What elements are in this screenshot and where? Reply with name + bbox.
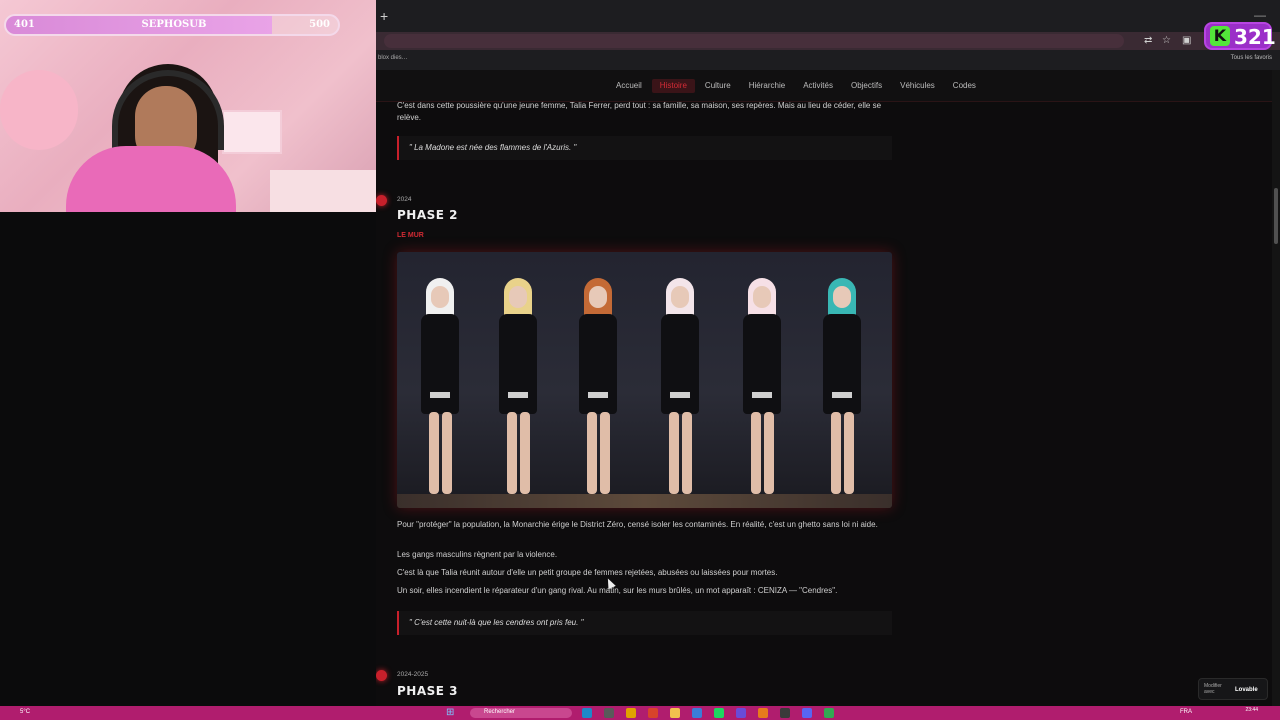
figure [573, 274, 623, 496]
lovable-brand: Lovable [1235, 687, 1258, 693]
quote-block-1: " La Madone est née des flammes de l'Azu… [397, 136, 892, 160]
chrome-icon[interactable] [824, 708, 834, 718]
desk [270, 170, 376, 212]
app-icon[interactable] [692, 708, 702, 718]
discord-icon[interactable] [802, 708, 812, 718]
star-icon[interactable]: ☆ [1162, 35, 1171, 46]
room-window [222, 110, 282, 154]
language-indicator[interactable]: FRA [1180, 709, 1192, 715]
nav-vehicules[interactable]: Véhicules [892, 81, 943, 95]
phase2-subtitle: LE MUR [397, 232, 424, 239]
page-scrollbar[interactable] [1272, 70, 1280, 706]
bookmark-item[interactable]: blox dies… [378, 55, 408, 61]
k-counter-badge: K 321 [1204, 22, 1276, 50]
quote-block-2: " C'est cette nuit-là que les cendres on… [397, 611, 892, 635]
web-page: Accueil Histoire Culture Hiérarchie Acti… [376, 70, 1280, 706]
nav-culture[interactable]: Culture [697, 81, 739, 95]
figure [493, 274, 543, 496]
phase2-title: PHASE 2 [397, 208, 458, 222]
app-icon[interactable] [626, 708, 636, 718]
health-max: 500 [309, 19, 330, 30]
address-bar: ⇄ ☆ ▣ [376, 32, 1280, 50]
nav-objectifs[interactable]: Objectifs [843, 81, 890, 95]
taskbar-apps [582, 708, 846, 718]
taskbar: 5°C ⊞ Rechercher FRA 23:44 [0, 706, 1280, 720]
figure [817, 274, 867, 496]
health-name: SEPHOSUB [141, 19, 207, 30]
phase2-paragraph: C'est là que Talia réunit autour d'elle … [397, 568, 778, 577]
phase3-date: 2024-2025 [397, 671, 429, 678]
left-black-area [0, 212, 376, 706]
taskbar-search[interactable]: Rechercher [470, 708, 572, 718]
lovable-badge[interactable]: Modifier avec Lovable [1198, 678, 1268, 700]
k-counter-value: 321 [1234, 25, 1276, 49]
window-controls[interactable]: — [1254, 8, 1266, 22]
webcam-feed: 401 SEPHOSUB 500 [0, 0, 376, 212]
phase3-title: PHASE 3 [397, 684, 458, 698]
app-icon[interactable] [736, 708, 746, 718]
k-logo-icon: K [1210, 26, 1230, 46]
url-field[interactable] [384, 34, 1124, 48]
windows-start-icon[interactable]: ⊞ [446, 708, 456, 718]
phase2-paragraph: Pour "protéger" la population, la Monarc… [397, 520, 878, 529]
figure [737, 274, 787, 496]
new-tab-icon[interactable]: + [380, 8, 388, 24]
weather-widget[interactable]: 5°C [20, 709, 30, 715]
extension-icon[interactable]: ▣ [1182, 35, 1191, 46]
app-icon[interactable] [758, 708, 768, 718]
photo-floor [397, 494, 892, 508]
nav-hierarchie[interactable]: Hiérarchie [741, 81, 793, 95]
clock[interactable]: 23:44 [1245, 707, 1258, 713]
group-photo [397, 252, 892, 508]
intro-paragraph: C'est dans cette poussière qu'une jeune … [397, 101, 882, 122]
phase2-date: 2024 [397, 196, 412, 203]
lovable-label: Modifier avec [1204, 683, 1222, 695]
figure [655, 274, 705, 496]
nav-accueil[interactable]: Accueil [608, 81, 650, 95]
scrollbar-thumb[interactable] [1274, 188, 1278, 244]
app-icon[interactable] [780, 708, 790, 718]
site-nav: Accueil Histoire Culture Hiérarchie Acti… [376, 70, 1280, 102]
all-bookmarks[interactable]: Tous les favoris [1231, 55, 1272, 61]
app-icon[interactable] [582, 708, 592, 718]
timeline-dot [376, 195, 387, 206]
figure [415, 274, 465, 496]
browser-tabstrip: + — [376, 0, 1280, 32]
nav-histoire[interactable]: Histoire [651, 79, 695, 93]
app-icon[interactable] [648, 708, 658, 718]
app-icon[interactable] [670, 708, 680, 718]
timeline-dot [376, 670, 387, 681]
nav-activites[interactable]: Activités [795, 81, 841, 95]
app-icon[interactable] [604, 708, 614, 718]
bookmarks-bar: blox dies… Tous les favoris [376, 50, 1280, 70]
phase2-paragraph: Les gangs masculins règnent par la viole… [397, 550, 558, 559]
nav-codes[interactable]: Codes [945, 81, 984, 95]
plush-toy [0, 70, 78, 150]
health-bar: 401 SEPHOSUB 500 [4, 14, 340, 36]
phase2-paragraph: Un soir, elles incendient le réparateur … [397, 586, 838, 595]
translate-icon[interactable]: ⇄ [1144, 35, 1152, 46]
spotify-icon[interactable] [714, 708, 724, 718]
